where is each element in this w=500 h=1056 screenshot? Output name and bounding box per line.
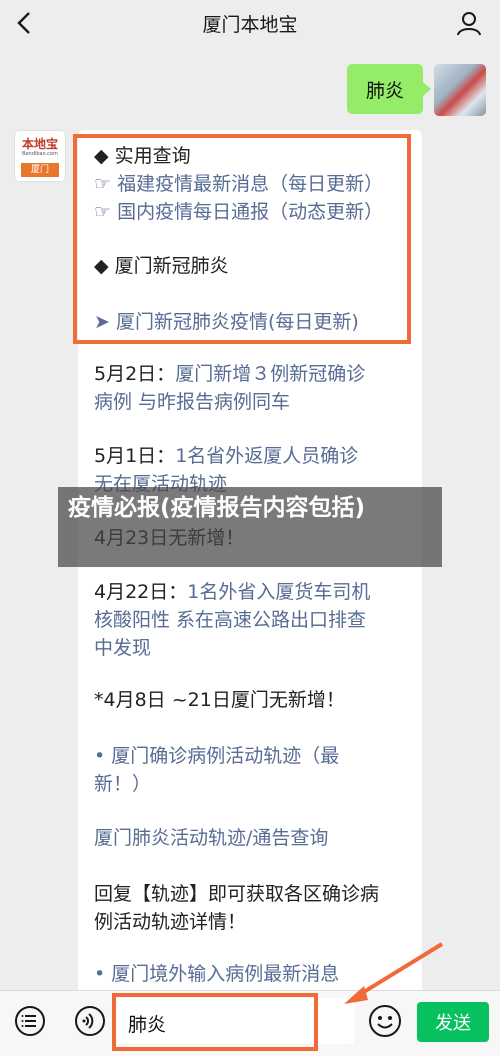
my-avatar[interactable] (434, 64, 486, 116)
reply-line-text: ☞ 国内疫情每日通报（动态更新） (94, 201, 384, 223)
voice-input-icon[interactable] (74, 1005, 106, 1037)
reply-line-text: 5月1日： (94, 445, 176, 467)
reply-line[interactable]: 新！） (94, 770, 151, 798)
avatar-logo-text: 本地宝 (21, 137, 58, 151)
reply-line: *4月8日 ~21日厦门无新增！ (94, 686, 345, 714)
reply-line[interactable]: 核酸阳性 系在高速公路出口排查 (94, 606, 366, 634)
reply-line: 5月1日：1名省外返厦人员确诊 (94, 442, 358, 470)
message-input[interactable]: 肺炎 (116, 998, 354, 1044)
reply-line-text: 核酸阳性 系在高速公路出口排查 (94, 609, 367, 631)
reply-line-text: ◆ 实用查询 (94, 145, 191, 167)
reply-line-text: ➤ 厦门新冠肺炎疫情(每日更新) (94, 311, 359, 333)
arrow-annotation-icon (344, 942, 444, 1004)
reply-line-text: 厦门肺炎活动轨迹/通告查询 (94, 827, 329, 849)
watermark-text: 疫情必报(疫情报告内容包括) (68, 495, 366, 521)
top-bar: 厦门本地宝 (0, 0, 500, 46)
reply-line[interactable]: 厦门肺炎活动轨迹/通告查询 (94, 824, 328, 852)
reply-line-text: ☞ 福建疫情最新消息（每日更新） (94, 173, 384, 195)
reply-line[interactable]: • 厦门确诊病例活动轨迹（最 (94, 742, 339, 770)
user-profile-icon[interactable] (456, 10, 482, 36)
reply-line-text: 回复【轨迹】即可获取各区确诊病 (94, 883, 380, 905)
official-account-avatar[interactable]: 本地宝 Bendibao.com 厦门 (14, 130, 66, 182)
reply-line: ◆ 实用查询 (94, 142, 191, 170)
reply-line-link[interactable]: 1名省外返厦人员确诊 (175, 445, 358, 467)
reply-line-text: ◆ 厦门新冠肺炎 (94, 255, 229, 277)
reply-line[interactable]: ➤ 厦门新冠肺炎疫情(每日更新) (94, 308, 359, 336)
reply-line-text: • 厦门确诊病例活动轨迹（最 (94, 745, 340, 767)
reply-line-text: *4月8日 ~21日厦门无新增！ (94, 689, 345, 711)
reply-line[interactable]: ☞ 国内疫情每日通报（动态更新） (94, 198, 383, 226)
reply-line-text: 4月22日： (94, 581, 188, 603)
reply-line-text: • 厦门境外输入病例最新消息 (94, 963, 340, 985)
sent-message-bubble[interactable]: 肺炎 (347, 64, 431, 114)
sent-message-text: 肺炎 (365, 79, 404, 102)
reply-line[interactable]: ☞ 福建疫情最新消息（每日更新） (94, 170, 383, 198)
reply-line-link[interactable]: 厦门新增３例新冠确诊 (175, 363, 365, 385)
reply-line: 例活动轨迹详情！ (94, 908, 246, 936)
reply-line-link[interactable]: 1名外省入厦货车司机 (187, 581, 370, 603)
reply-line-text: 病例 与昨报告病例同车 (94, 391, 291, 413)
page-title: 厦门本地宝 (202, 13, 298, 36)
reply-line-text: 中发现 (94, 637, 152, 659)
reply-line-text: 例活动轨迹详情！ (94, 911, 247, 933)
reply-line[interactable]: 中发现 (94, 634, 151, 662)
reply-line: 5月2日：厦门新增３例新冠确诊 (94, 360, 365, 388)
reply-line[interactable]: • 厦门境外输入病例最新消息 (94, 960, 339, 988)
avatar-logo-city: 厦门 (21, 163, 59, 177)
menu-list-icon[interactable] (14, 1005, 46, 1037)
avatar-logo-url: Bendibao.com (22, 151, 58, 157)
reply-line: 4月22日：1名外省入厦货车司机 (94, 578, 370, 606)
back-arrow-icon[interactable] (14, 10, 34, 36)
reply-line[interactable]: 病例 与昨报告病例同车 (94, 388, 290, 416)
reply-line: ◆ 厦门新冠肺炎 (94, 252, 229, 280)
reply-line-text: 5月2日： (94, 363, 176, 385)
reply-line-text: 新！） (94, 773, 152, 795)
reply-line: 回复【轨迹】即可获取各区确诊病 (94, 880, 379, 908)
